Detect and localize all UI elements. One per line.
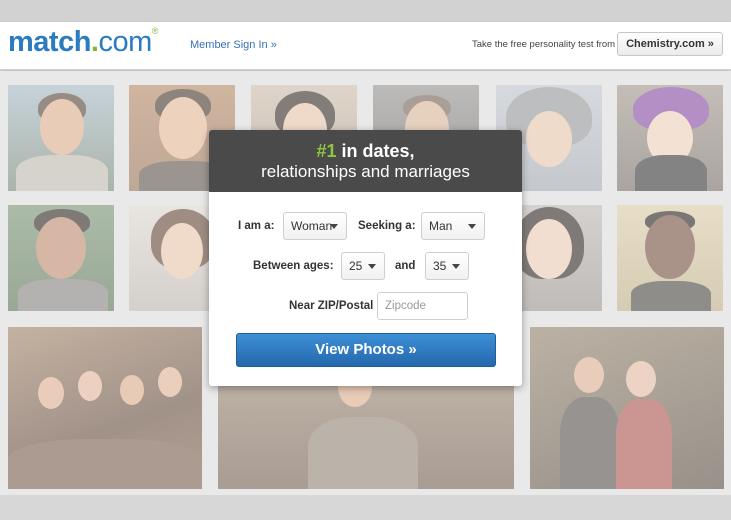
logo-com: com [98, 26, 152, 58]
seeking-label: Seeking a: [358, 220, 416, 232]
i-am-label: I am a: [238, 220, 275, 232]
header-bar: match.com® Member Sign In » Take the fre… [0, 22, 731, 70]
logo-main: match [8, 26, 91, 58]
zipcode-input[interactable]: Zipcode [377, 292, 468, 320]
age-min-value: 25 [349, 259, 363, 273]
photo-tile [8, 85, 114, 191]
headline-text: in dates, [336, 141, 415, 161]
seeking-select[interactable]: Man [421, 212, 485, 240]
age-max-select[interactable]: 35 [425, 252, 469, 280]
seeking-value: Man [429, 219, 453, 233]
match-logo[interactable]: match.com® [8, 26, 158, 59]
and-label: and [395, 260, 416, 272]
photo-tile [617, 85, 723, 191]
logo-registered-mark: ® [151, 26, 159, 36]
ages-label: Between ages: [253, 260, 334, 272]
headline-line-2: relationships and marriages [261, 162, 470, 181]
top-strip [0, 0, 731, 22]
caret-down-icon [452, 264, 460, 269]
age-max-value: 35 [433, 259, 447, 273]
i-am-value: Woman [291, 219, 333, 233]
search-panel: #1 in dates, relationships and marriages… [209, 130, 522, 386]
caret-down-icon [368, 264, 376, 269]
age-min-select[interactable]: 25 [341, 252, 385, 280]
headline-number: #1 [316, 141, 337, 161]
view-photos-button[interactable]: View Photos » [236, 333, 496, 367]
photo-tile [8, 327, 202, 489]
member-sign-in-link[interactable]: Member Sign In » [190, 39, 277, 51]
bottom-strip [0, 495, 731, 520]
chemistry-button[interactable]: Chemistry.com » [617, 32, 723, 56]
personality-test-text: Take the free personality test from [472, 39, 616, 50]
i-am-select[interactable]: Woman [283, 212, 347, 240]
photo-tile [617, 205, 723, 311]
caret-down-icon [330, 224, 338, 229]
headline-line-1: #1 in dates, [209, 141, 522, 161]
photo-tile [530, 327, 724, 489]
caret-down-icon [468, 224, 476, 229]
panel-header: #1 in dates, relationships and marriages [209, 130, 522, 192]
photo-tile [8, 205, 114, 311]
